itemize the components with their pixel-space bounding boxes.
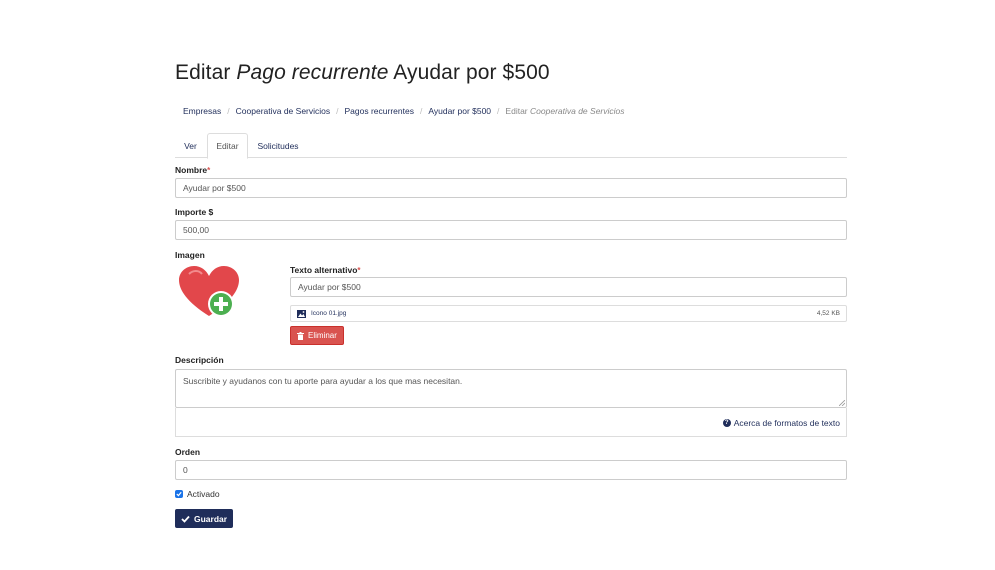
tab-editar[interactable]: Editar bbox=[207, 133, 248, 159]
breadcrumb-current: Editar Cooperativa de Servicios bbox=[505, 106, 625, 116]
descripcion-textarea[interactable]: Suscribite y ayudanos con tu aporte para… bbox=[175, 369, 847, 408]
importe-input[interactable]: 500,00 bbox=[175, 220, 847, 240]
file-size: 4,52 KB bbox=[816, 310, 840, 317]
tab-bar: Ver Editar Solicitudes bbox=[175, 133, 847, 159]
image-file-icon bbox=[297, 309, 306, 318]
required-mark: * bbox=[357, 266, 361, 275]
breadcrumb: Empresas / Cooperativa de Servicios / Pa… bbox=[183, 106, 625, 116]
breadcrumb-cooperativa[interactable]: Cooperativa de Servicios bbox=[236, 106, 331, 116]
texto-alternativo-input[interactable]: Ayudar por $500 bbox=[290, 277, 847, 297]
heart-plus-image bbox=[179, 266, 239, 320]
activado-checkbox[interactable]: Activado bbox=[175, 489, 220, 499]
text-format-help-box: ? Acerca de formatos de texto bbox=[175, 408, 847, 437]
texto-alternativo-label: Texto alternativo* bbox=[290, 265, 361, 275]
breadcrumb-empresas[interactable]: Empresas bbox=[183, 106, 221, 116]
file-name: Icono 01.jpg bbox=[311, 310, 347, 317]
tab-ver[interactable]: Ver bbox=[175, 133, 206, 158]
descripcion-label: Descripción bbox=[175, 355, 224, 365]
importe-label: Importe $ bbox=[175, 207, 214, 217]
save-button[interactable]: Guardar bbox=[175, 509, 234, 528]
text-format-help-link[interactable]: ? Acerca de formatos de texto bbox=[722, 418, 840, 428]
page-title: Editar Pago recurrente Ayudar por $500 bbox=[175, 61, 550, 84]
heart-icon bbox=[179, 266, 239, 317]
tab-solicitudes[interactable]: Solicitudes bbox=[249, 133, 307, 158]
question-circle-icon: ? bbox=[722, 419, 731, 427]
orden-label: Orden bbox=[175, 447, 201, 457]
required-mark: * bbox=[207, 166, 211, 175]
activado-label: Activado bbox=[187, 489, 220, 499]
nombre-label: Nombre* bbox=[175, 165, 211, 175]
orden-input[interactable]: 0 bbox=[175, 460, 847, 480]
file-attachment[interactable]: Icono 01.jpg 4,52 KB bbox=[290, 305, 847, 322]
breadcrumb-ayudar[interactable]: Ayudar por $500 bbox=[428, 106, 491, 116]
trash-icon bbox=[297, 331, 304, 340]
checkbox-checked-icon[interactable] bbox=[175, 490, 183, 498]
descripcion-text: Suscribite y ayudanos con tu aporte para… bbox=[183, 376, 463, 386]
check-icon bbox=[181, 515, 190, 523]
delete-image-button[interactable]: Eliminar bbox=[290, 326, 344, 345]
resize-handle-icon bbox=[839, 400, 845, 406]
imagen-label: Imagen bbox=[175, 250, 205, 260]
breadcrumb-pagos-recurrentes[interactable]: Pagos recurrentes bbox=[345, 106, 414, 116]
nombre-input[interactable]: Ayudar por $500 bbox=[175, 178, 847, 198]
